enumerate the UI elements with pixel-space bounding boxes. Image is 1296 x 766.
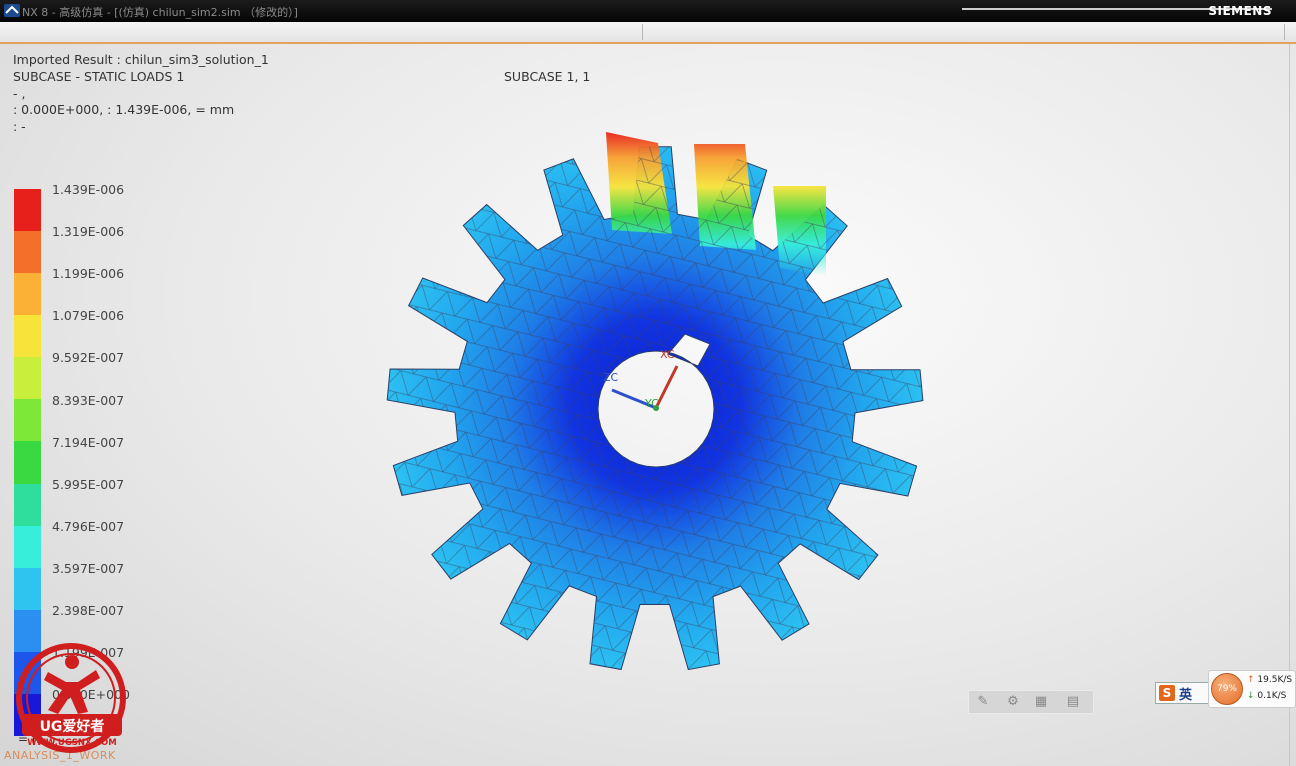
zc-axis-label: ZC [603, 371, 619, 384]
ime-language-indicator[interactable]: 英 [1179, 684, 1192, 703]
toolbar [0, 22, 1296, 44]
view-menu-icon[interactable]: ▤ [1063, 693, 1083, 711]
ug-logo: UG爱好者 WWW.UGSNX.COM [16, 643, 126, 753]
title-bar: NX 8 - 高级仿真 - [(仿真) chilun_sim2.sim （修改的… [0, 0, 1296, 22]
yc-axis-label: YC [644, 397, 659, 410]
upload-arrow-icon: ↑ [1247, 675, 1255, 685]
grid-icon[interactable]: ▦ [1031, 693, 1051, 711]
logo-text: UG爱好者 [40, 718, 105, 735]
logo-url: WWW.UGSNX.COM [27, 738, 116, 748]
gear-settings-icon[interactable]: ⚙ [1003, 693, 1023, 711]
xc-axis-label: XC [660, 348, 675, 361]
sogou-ime-icon[interactable]: S [1159, 685, 1175, 701]
toolbar-separator [642, 24, 643, 40]
upload-speed: ↑ 19.5K/S [1247, 675, 1293, 685]
network-usage-ball[interactable]: 79% [1211, 673, 1243, 705]
gear-fem-model[interactable]: XC ZC YC [0, 44, 1296, 766]
download-arrow-icon: ↓ [1247, 691, 1255, 701]
window-title: NX 8 - 高级仿真 - [(仿真) chilun_sim2.sim （修改的… [22, 6, 298, 19]
download-speed: ↓ 0.1K/S [1247, 691, 1287, 701]
graphics-viewport[interactable]: Imported Result : chilun_sim3_solution_1… [0, 44, 1296, 766]
network-monitor[interactable]: 79% ↑ 19.5K/S ↓ 0.1K/S [1208, 670, 1296, 708]
nx-app-icon[interactable] [4, 4, 20, 17]
view-toolbar: ✎ ⚙ ▦ ▤ [968, 690, 1094, 714]
toolbar-separator [1284, 24, 1285, 40]
edit-icon[interactable]: ✎ [973, 693, 993, 711]
siemens-brand: SIEMENS [1208, 4, 1272, 18]
